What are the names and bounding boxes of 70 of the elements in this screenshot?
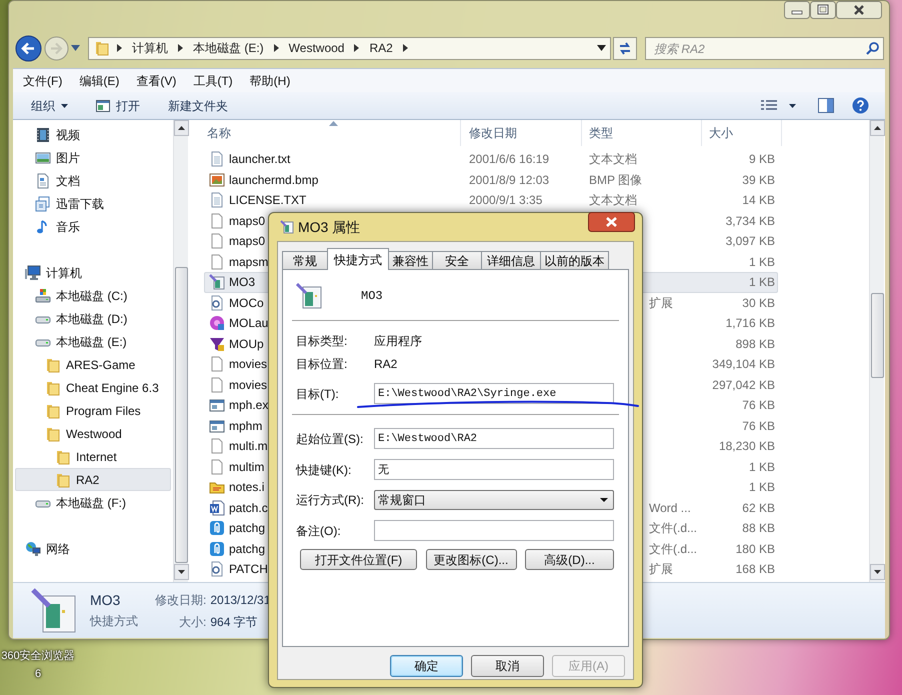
file-size: 76 KB <box>742 398 775 412</box>
field-label: 目标类型: <box>296 333 348 350</box>
field-label: 目标位置: <box>296 356 348 373</box>
field-label: 备注(O): <box>296 522 342 540</box>
file-name: MOCo <box>229 296 264 310</box>
file-name: movies <box>229 378 268 392</box>
file-type: 扩展 <box>649 296 673 310</box>
file-name: launchermd.bmp <box>229 172 318 187</box>
file-type: Word ... <box>649 500 691 515</box>
file-type: 文件(.d... <box>649 542 698 556</box>
file-type: 文本文档 <box>589 152 637 166</box>
property-label: 修改日期: <box>155 592 206 608</box>
file-size: 9 KB <box>748 152 775 166</box>
file-name: notes.i <box>229 480 264 494</box>
file-type: 文件(.d... <box>649 521 698 536</box>
file-name: mapsm <box>229 254 268 269</box>
file-size: 30 KB <box>742 296 775 310</box>
file-name: movies <box>229 357 268 372</box>
file-size: 1 KB <box>748 460 775 474</box>
file-type: BMP 图像 <box>589 172 642 187</box>
file-name: multim <box>229 460 264 474</box>
file-date: 2001/8/9 12:03 <box>469 172 550 187</box>
property-label: 大小: <box>178 614 206 630</box>
file-name: maps0 <box>229 234 266 248</box>
property-value: 964 字节 <box>210 614 259 630</box>
file-name: patchg <box>229 542 266 556</box>
item-type: 快捷方式 <box>90 612 138 630</box>
field-label: 目标(T): <box>296 386 340 402</box>
file-name: patch.c <box>229 500 268 515</box>
field-value: RA2 <box>374 356 398 373</box>
file-name: launcher.txt <box>229 152 290 166</box>
file-size: 3,097 KB <box>726 234 775 248</box>
file-type: 文本文档 <box>589 193 637 208</box>
file-size: 14 KB <box>742 193 775 208</box>
file-name: PATCH <box>229 562 268 576</box>
file-size: 1,716 KB <box>726 316 775 330</box>
file-name: mph.ex <box>229 398 268 412</box>
file-name: patchg <box>229 521 266 536</box>
field-value: 应用程序 <box>374 333 422 350</box>
file-size: 297,042 KB <box>712 378 775 392</box>
file-size: 180 KB <box>736 542 775 556</box>
property-value: 2013/12/31 <box>210 592 270 608</box>
file-type: 扩展 <box>649 562 673 576</box>
file-name: MOUp <box>229 336 264 351</box>
file-size: 76 KB <box>742 418 775 433</box>
file-date: 2000/9/1 3:35 <box>469 193 542 208</box>
file-size: 349,104 KB <box>712 357 775 372</box>
file-name: LICENSE.TXT <box>229 193 306 208</box>
field-label: 起始位置(S): <box>296 430 364 448</box>
file-name: mphm <box>229 418 262 433</box>
file-size: 62 KB <box>742 500 775 515</box>
file-size: 1 KB <box>748 275 775 290</box>
file-size: 1 KB <box>748 254 775 269</box>
file-size: 898 KB <box>736 336 775 351</box>
file-size: 18,230 KB <box>718 439 775 454</box>
file-name: maps0 <box>229 214 266 228</box>
file-size: 88 KB <box>742 521 775 536</box>
file-size: 39 KB <box>742 172 775 187</box>
dialog-title: MO3 属性 <box>298 218 360 236</box>
item-name: MO3 <box>90 592 122 608</box>
file-name: MOLau <box>229 316 268 330</box>
file-size: 168 KB <box>736 562 775 576</box>
file-name: MO3 <box>229 275 256 290</box>
file-size: 1 KB <box>748 480 775 494</box>
field-label: 快捷键(K): <box>296 462 352 478</box>
file-size: 3,734 KB <box>726 214 775 228</box>
shortcut-name: MO3 <box>361 288 383 305</box>
file-name: multi.m <box>229 439 268 454</box>
field-label: 运行方式(R): <box>296 492 365 509</box>
file-date: 2001/6/6 16:19 <box>469 152 550 166</box>
